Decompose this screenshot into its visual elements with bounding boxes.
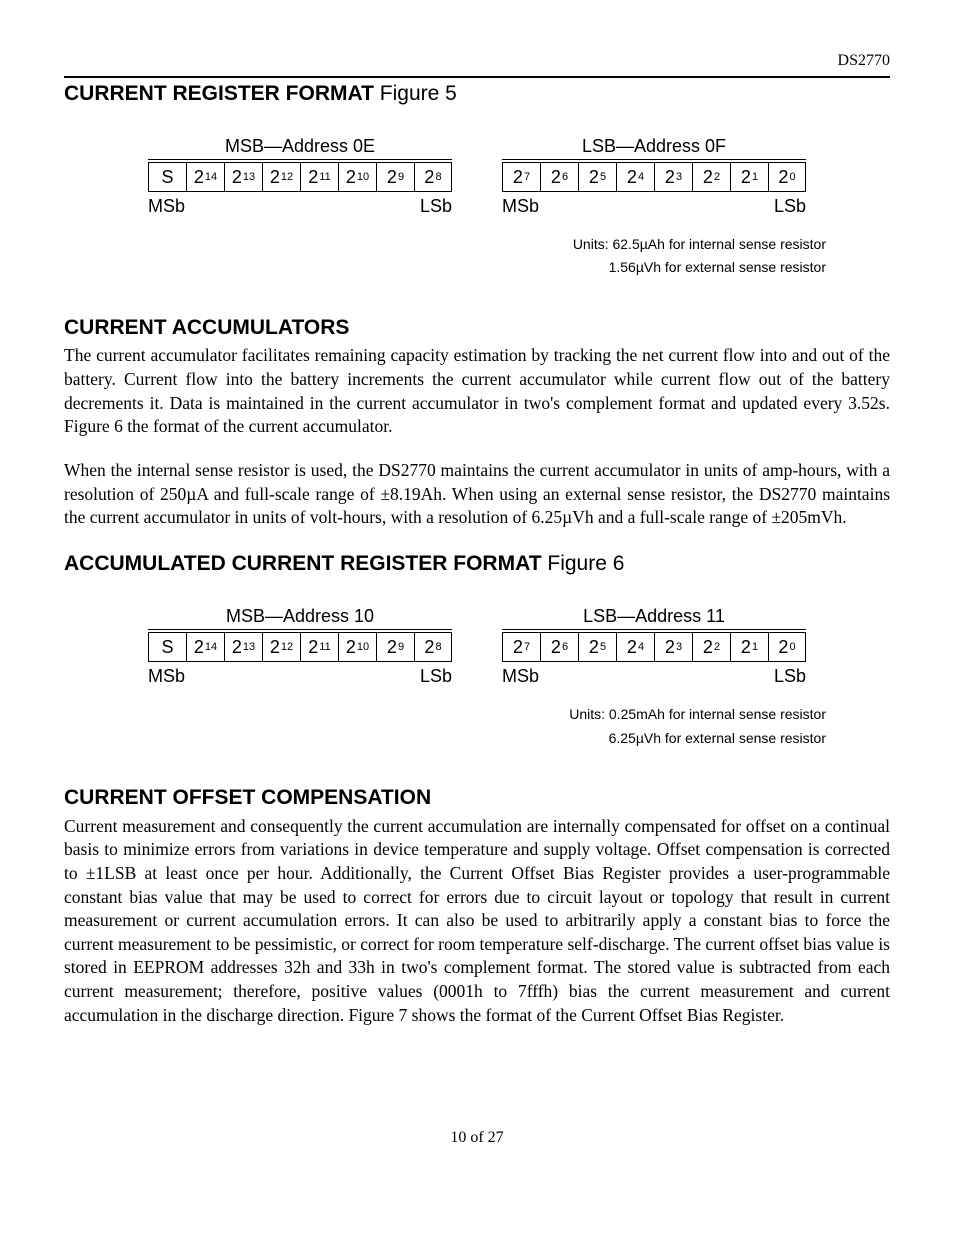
lsb-right-label-2: LSb — [774, 664, 806, 688]
figure-6-units-line2: 6.25µVh for external sense resistor — [64, 727, 826, 751]
doc-chip-id: DS2770 — [64, 50, 890, 72]
figure-5-msb-label: MSB—Address 0E — [148, 134, 452, 160]
bit-cell: 27 — [502, 162, 540, 192]
figure-5-title: CURRENT REGISTER FORMAT Figure 5 — [64, 80, 890, 108]
figure-6-msb-footer: MSb LSb — [148, 664, 452, 688]
bit-cell: 26 — [540, 162, 578, 192]
bit-cell: 23 — [654, 162, 692, 192]
figure-5-units-line1: Units: 62.5µAh for internal sense resist… — [64, 233, 826, 257]
bit-cell: 212 — [262, 632, 300, 662]
figure-5-lsb-footer: MSb LSb — [502, 194, 806, 218]
figure-5-title-bold: CURRENT REGISTER FORMAT — [64, 82, 374, 105]
bit-cell: 211 — [300, 632, 338, 662]
bit-cell: 21 — [730, 162, 768, 192]
bit-cell: 28 — [414, 162, 452, 192]
bit-cell: 25 — [578, 162, 616, 192]
figure-6-lsb-block: LSB—Address 11 2726252423222120 MSb LSb — [502, 604, 806, 689]
figure-5-lsb-label: LSB—Address 0F — [502, 134, 806, 160]
figure-5-msb-bits: S2142132122112102928 — [148, 162, 452, 192]
bit-cell: 23 — [654, 632, 692, 662]
bit-cell: 29 — [376, 162, 414, 192]
msb-right-label: LSb — [420, 194, 452, 218]
figure-5-register-row: MSB—Address 0E S2142132122112102928 MSb … — [64, 134, 890, 219]
bit-cell: 212 — [262, 162, 300, 192]
lsb-right-label: LSb — [774, 194, 806, 218]
bit-cell: 27 — [502, 632, 540, 662]
bit-cell: 213 — [224, 632, 262, 662]
bit-cell: 214 — [186, 162, 224, 192]
bit-cell: 20 — [768, 632, 806, 662]
current-offset-heading: CURRENT OFFSET COMPENSATION — [64, 784, 890, 812]
bit-cell: 22 — [692, 162, 730, 192]
figure-5-msb-footer: MSb LSb — [148, 194, 452, 218]
figure-5-title-thin: Figure 5 — [374, 82, 457, 105]
msb-left-label: MSb — [148, 194, 185, 218]
figure-6-title-thin: Figure 6 — [542, 552, 625, 575]
bit-cell: 25 — [578, 632, 616, 662]
bit-cell: 211 — [300, 162, 338, 192]
msb-left-label-2: MSb — [148, 664, 185, 688]
current-accumulators-p1: The current accumulator facilitates rema… — [64, 344, 890, 439]
lsb-left-label: MSb — [502, 194, 539, 218]
lsb-left-label-2: MSb — [502, 664, 539, 688]
current-accumulators-p2: When the internal sense resistor is used… — [64, 459, 890, 530]
bit-cell: 20 — [768, 162, 806, 192]
figure-6-register-row: MSB—Address 10 S2142132122112102928 MSb … — [64, 604, 890, 689]
horizontal-rule — [64, 76, 890, 78]
figure-6-msb-label: MSB—Address 10 — [148, 604, 452, 630]
figure-6-lsb-footer: MSb LSb — [502, 664, 806, 688]
bit-cell: 22 — [692, 632, 730, 662]
bit-cell: 24 — [616, 162, 654, 192]
figure-5-lsb-bits: 2726252423222120 — [502, 162, 806, 192]
current-offset-p1: Current measurement and consequently the… — [64, 815, 890, 1028]
bit-cell: 21 — [730, 632, 768, 662]
bit-cell: 210 — [338, 162, 376, 192]
figure-5-msb-block: MSB—Address 0E S2142132122112102928 MSb … — [148, 134, 452, 219]
bit-cell: 24 — [616, 632, 654, 662]
figure-6-lsb-bits: 2726252423222120 — [502, 632, 806, 662]
bit-cell: 29 — [376, 632, 414, 662]
bit-cell: 210 — [338, 632, 376, 662]
bit-cell: 26 — [540, 632, 578, 662]
figure-5-lsb-block: LSB—Address 0F 2726252423222120 MSb LSb — [502, 134, 806, 219]
bit-cell: 214 — [186, 632, 224, 662]
figure-6-units-line1: Units: 0.25mAh for internal sense resist… — [64, 703, 826, 727]
bit-cell: 28 — [414, 632, 452, 662]
bit-cell: 213 — [224, 162, 262, 192]
page-number: 10 of 27 — [64, 1127, 890, 1149]
figure-5-units-line2: 1.56µVh for external sense resistor — [64, 256, 826, 280]
figure-6-msb-bits: S2142132122112102928 — [148, 632, 452, 662]
figure-6-title-bold: ACCUMULATED CURRENT REGISTER FORMAT — [64, 552, 542, 575]
figure-6-msb-block: MSB—Address 10 S2142132122112102928 MSb … — [148, 604, 452, 689]
figure-5-units: Units: 62.5µAh for internal sense resist… — [64, 233, 826, 281]
bit-cell: S — [148, 632, 186, 662]
bit-cell: S — [148, 162, 186, 192]
msb-right-label-2: LSb — [420, 664, 452, 688]
figure-6-units: Units: 0.25mAh for internal sense resist… — [64, 703, 826, 751]
current-accumulators-heading: CURRENT ACCUMULATORS — [64, 314, 890, 342]
figure-6-title: ACCUMULATED CURRENT REGISTER FORMAT Figu… — [64, 550, 890, 578]
figure-6-lsb-label: LSB—Address 11 — [502, 604, 806, 630]
